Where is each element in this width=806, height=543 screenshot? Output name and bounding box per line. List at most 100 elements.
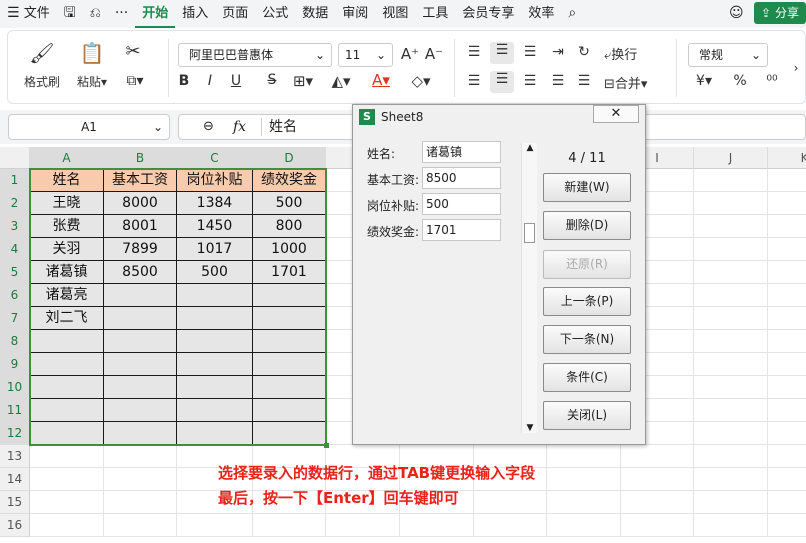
font-color-icon: A [372, 71, 383, 89]
dialog-titlebar[interactable]: S Sheet8 ✕ [353, 105, 645, 129]
tab-home[interactable]: 开始 [135, 0, 176, 28]
row-header-12[interactable]: 12 [0, 422, 30, 445]
chat-button[interactable]: ☺ [722, 0, 751, 28]
column-header-j[interactable]: J [694, 147, 768, 169]
zoom-icon[interactable]: ⊖ [203, 115, 214, 139]
dialog-close-button[interactable]: ✕ [593, 105, 639, 123]
row-header-16[interactable]: 16 [0, 514, 30, 537]
row-header-15[interactable]: 15 [0, 491, 30, 514]
field-input-bonus[interactable]: 1701 [422, 219, 501, 241]
align-left-icon[interactable]: ☰ [464, 73, 484, 89]
number-format-select[interactable]: 常规 ⌄ [688, 43, 768, 67]
save-button[interactable]: 🖫 [57, 0, 83, 28]
criteria-button[interactable]: 条件(C) [543, 363, 631, 392]
row-header-5[interactable]: 5 [0, 261, 30, 284]
tab-data[interactable]: 数据 [295, 0, 335, 28]
tab-member[interactable]: 会员专享 [455, 0, 521, 28]
distribute-icon[interactable]: ☰ [574, 73, 594, 89]
field-input-allowance[interactable]: 500 [422, 193, 501, 215]
font-name-select[interactable]: 阿里巴巴普惠体 ⌄ [178, 43, 332, 67]
decrease-font-icon[interactable]: A⁻ [424, 45, 444, 63]
tab-page[interactable]: 页面 [215, 0, 255, 28]
column-header-a[interactable]: A [30, 147, 104, 169]
name-box[interactable]: A1 ⌄ [8, 114, 170, 140]
column-header-d[interactable]: D [253, 147, 326, 169]
row-header-4[interactable]: 4 [0, 238, 30, 261]
tab-efficiency[interactable]: 效率 [521, 0, 561, 28]
scroll-down-icon[interactable]: ▼ [522, 423, 538, 433]
tab-tools[interactable]: 工具 [415, 0, 455, 28]
cut-icon[interactable]: ✂ [118, 41, 148, 62]
increase-font-icon[interactable]: A⁺ [400, 45, 420, 63]
row-header-13[interactable]: 13 [0, 445, 30, 468]
tab-insert[interactable]: 插入 [175, 0, 215, 28]
row-header-1[interactable]: 1 [0, 169, 30, 192]
row-header-2[interactable]: 2 [0, 192, 30, 215]
search-button[interactable]: ⌕ [561, 0, 583, 28]
font-color-button[interactable]: A▾ [366, 71, 396, 89]
strikethrough-icon[interactable]: S̶ [260, 72, 284, 88]
new-record-button[interactable]: 新建(W) [543, 173, 631, 202]
tab-view[interactable]: 视图 [375, 0, 415, 28]
align-top-icon[interactable]: ☰ [464, 44, 484, 60]
gridline-vertical [767, 169, 768, 537]
font-size-value: 11 [345, 48, 361, 62]
row-header-6[interactable]: 6 [0, 284, 30, 307]
font-size-select[interactable]: 11 ⌄ [338, 43, 393, 67]
border-icon[interactable]: ⊞▾ [288, 72, 318, 90]
fx-icon[interactable]: fx [233, 115, 246, 139]
italic-button[interactable]: I [202, 73, 218, 89]
format-painter-button[interactable]: 🖌 格式刷 [20, 41, 64, 90]
indent-icon[interactable]: ⇥ [548, 44, 568, 60]
currency-button[interactable]: ¥▾ [692, 73, 716, 89]
align-bottom-icon[interactable]: ☰ [520, 44, 540, 60]
row-header-8[interactable]: 8 [0, 330, 30, 353]
align-right-icon[interactable]: ☰ [520, 73, 540, 89]
delete-record-button[interactable]: 删除(D) [543, 211, 631, 240]
row-header-11[interactable]: 11 [0, 399, 30, 422]
fill-handle[interactable] [324, 443, 329, 448]
tab-formula[interactable]: 公式 [255, 0, 295, 28]
column-header-b[interactable]: B [104, 147, 177, 169]
percent-button[interactable]: % [730, 73, 750, 89]
dialog-scrollbar[interactable]: ▲ ▼ [521, 143, 537, 433]
chevron-down-icon: ⌄ [375, 48, 386, 62]
row-header-10[interactable]: 10 [0, 376, 30, 399]
column-header-c[interactable]: C [177, 147, 253, 169]
align-middle-icon[interactable]: ☰ [490, 42, 514, 64]
wrap-text-button[interactable]: ⤶换行 [604, 44, 656, 63]
scroll-up-icon[interactable]: ▲ [522, 143, 538, 153]
scrollbar-thumb[interactable] [524, 223, 535, 243]
share-button[interactable]: ⇪ 分享 [754, 2, 806, 24]
align-center-icon[interactable]: ☰ [490, 71, 514, 93]
next-record-button[interactable]: 下一条(N) [543, 325, 631, 354]
eraser-icon[interactable]: ◇▾ [406, 72, 436, 90]
previous-record-button[interactable]: 上一条(P) [543, 287, 631, 316]
row-header-9[interactable]: 9 [0, 353, 30, 376]
more-button[interactable]: ··· [108, 0, 135, 28]
close-dialog-button[interactable]: 关闭(L) [543, 401, 631, 430]
row-header-14[interactable]: 14 [0, 468, 30, 491]
thousands-separator-icon[interactable]: ⁰⁰ [760, 73, 784, 89]
underline-button[interactable]: U [228, 73, 244, 89]
field-input-name[interactable]: 诸葛镇 [422, 141, 501, 163]
select-all-corner[interactable] [0, 147, 30, 169]
fill-color-icon[interactable]: ◭▾ [326, 72, 356, 90]
paste-button[interactable]: 📋 粘贴▾ [70, 41, 114, 90]
bold-button[interactable]: B [176, 73, 192, 89]
copy-icon[interactable]: ⧉▾ [118, 73, 152, 89]
tab-review[interactable]: 审阅 [335, 0, 375, 28]
restore-button[interactable]: 还原(R) [543, 250, 631, 279]
ribbon-toolbar: 🖌 格式刷 📋 粘贴▾ ✂ ⧉▾ 阿里巴巴普惠体 ⌄ 11 ⌄ A⁺ A⁻ B I … [7, 30, 806, 104]
column-header-k[interactable]: K [768, 147, 806, 169]
row-header-7[interactable]: 7 [0, 307, 30, 330]
merge-button[interactable]: ⊟合并▾ [604, 73, 664, 92]
undo-button[interactable]: ⎌ [83, 0, 108, 28]
orientation-icon[interactable]: ↻ [574, 44, 594, 60]
hamburger-menu[interactable]: ☰ 文件 [0, 0, 57, 28]
ribbon-scroll-right-icon[interactable]: › [790, 61, 802, 75]
justify-icon[interactable]: ☰ [548, 73, 568, 89]
field-input-base-salary[interactable]: 8500 [422, 167, 501, 189]
row-header-3[interactable]: 3 [0, 215, 30, 238]
menu-icon: ☰ [7, 5, 20, 21]
